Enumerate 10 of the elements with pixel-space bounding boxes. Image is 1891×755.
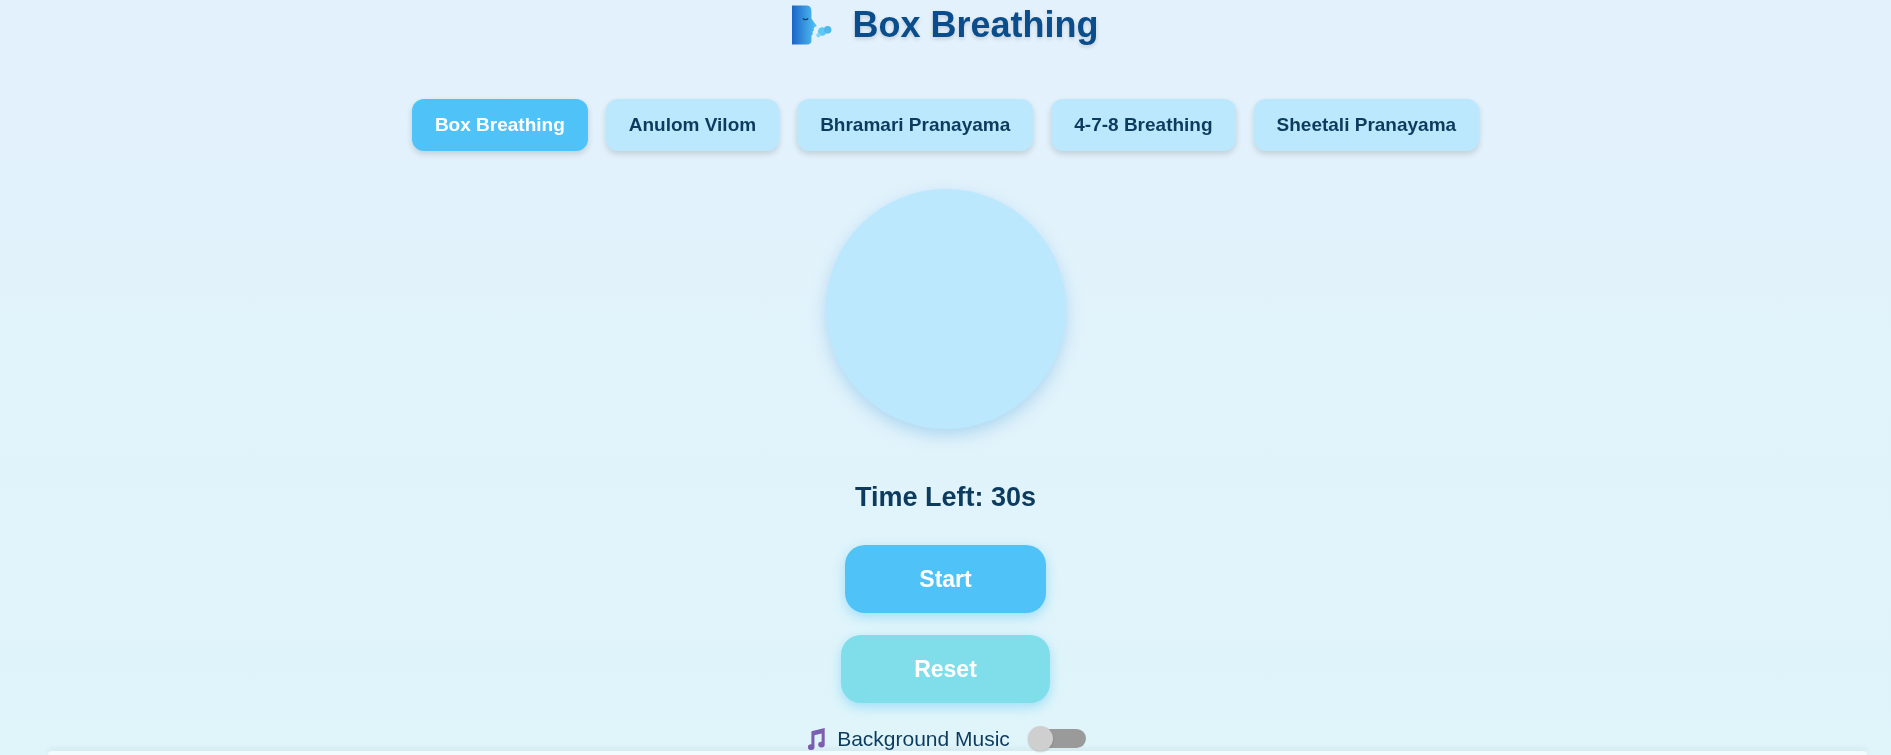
exercise-tab[interactable]: Sheetali Pranayama <box>1253 99 1480 151</box>
app-title: Box Breathing <box>852 3 1099 47</box>
exercise-tab[interactable]: Anulom Vilom <box>605 99 780 151</box>
music-note-icon <box>805 727 828 750</box>
background-music-label: Background Music <box>837 726 1010 751</box>
exercise-tab[interactable]: Bhramari Pranayama <box>797 99 1034 151</box>
time-left-text: Time Left: 30s <box>854 481 1037 513</box>
exercise-tab[interactable]: 4-7-8 Breathing <box>1051 99 1236 151</box>
breathing-face-icon <box>792 5 833 45</box>
music-toggle[interactable] <box>1027 726 1086 751</box>
